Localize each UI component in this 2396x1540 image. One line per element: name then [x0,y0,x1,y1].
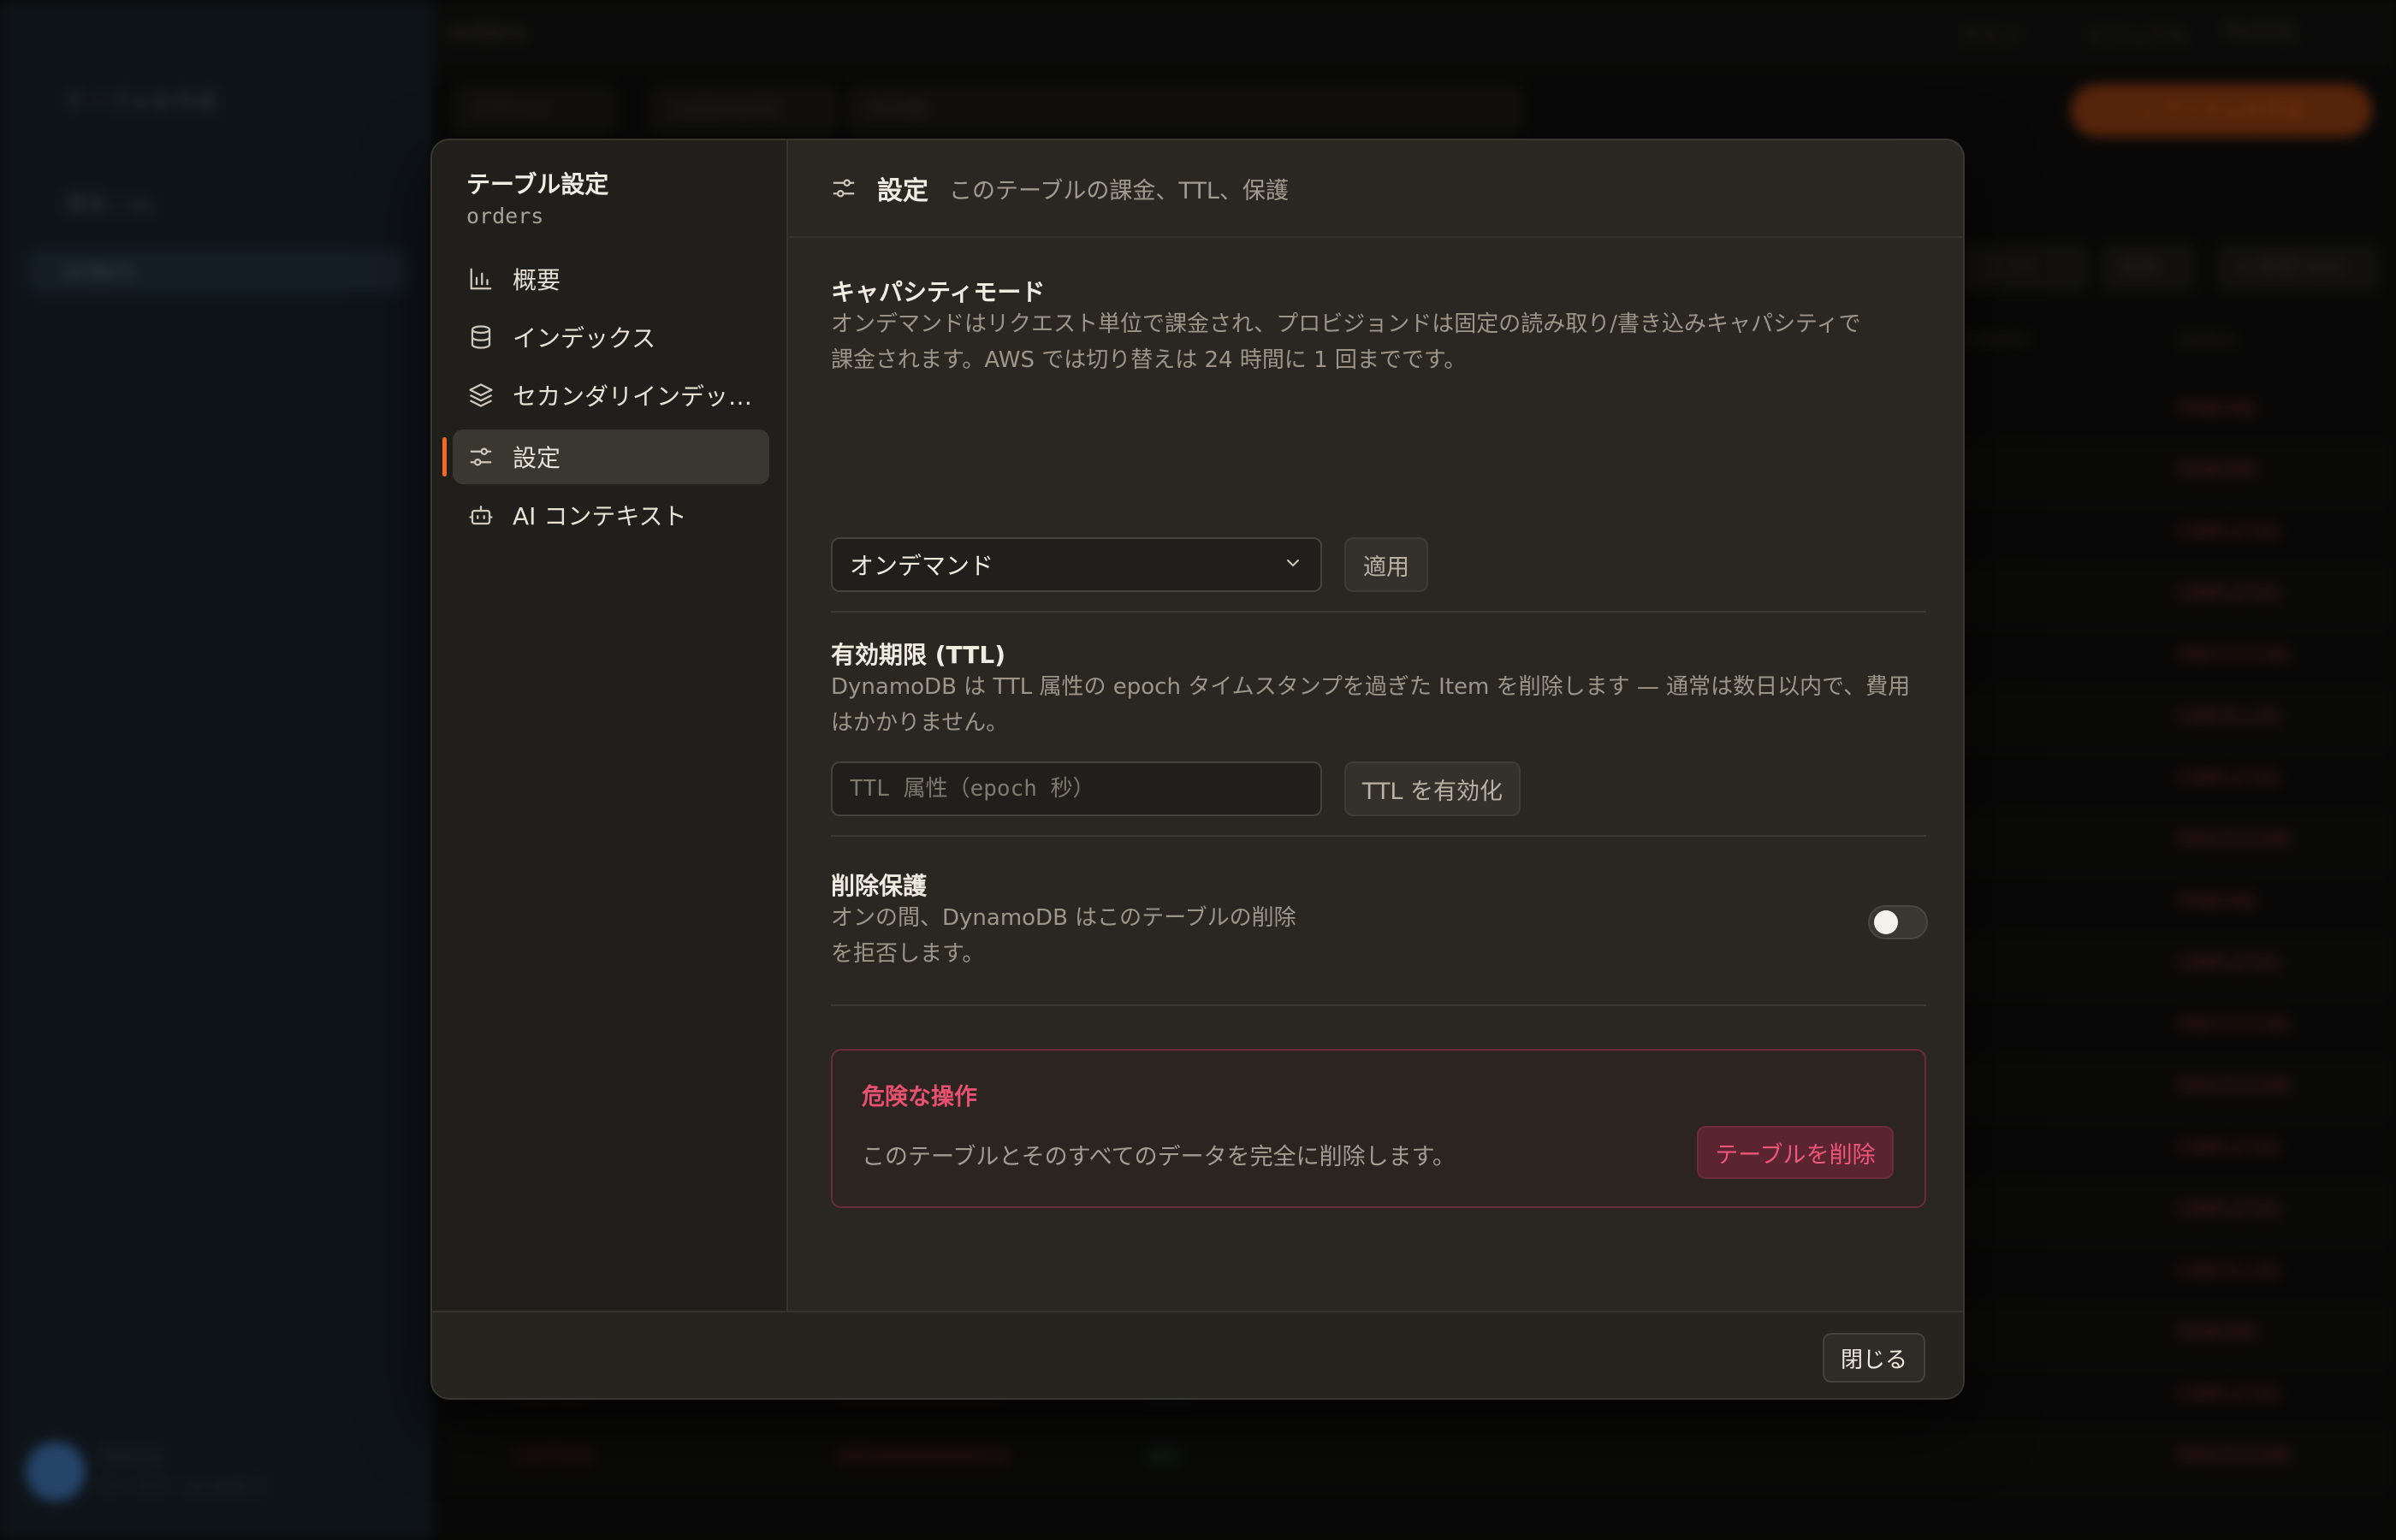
ttl-title: 有効期限 (TTL) [831,641,1006,669]
divider [831,1004,1926,1006]
danger-zone: 危険な操作 このテーブルとそのすべてのデータを完全に削除します。 テーブルを削除 [831,1049,1926,1208]
capacity-mode-select[interactable]: オンデマンド [831,537,1322,592]
bot-icon [466,500,495,530]
close-button[interactable]: 閉じる [1823,1333,1925,1383]
sliders-icon [829,174,858,203]
modal-footer: 閉じる [432,1311,1963,1398]
capacity-mode-description: オンデマンドはリクエスト単位で課金され、プロビジョンドは固定の読み取り/書き込み… [831,311,1861,373]
ttl-description: DynamoDB は TTL 属性の epoch タイムスタンプを過ぎた Ite… [831,674,1911,736]
divider [831,611,1926,613]
divider [831,835,1926,837]
nav-item-label: 概要 [513,266,561,294]
database-icon [466,323,495,352]
sliders-icon [466,442,495,471]
apply-capacity-button[interactable]: 適用 [1344,537,1428,592]
capacity-mode-title: キャパシティモード [831,278,1046,306]
danger-zone-description: このテーブルとそのすべてのデータを完全に削除します。 [862,1144,1456,1170]
active-nav-indicator [442,437,447,477]
enable-ttl-button[interactable]: TTL を有効化 [1344,761,1521,816]
deletion-protection-description: オンの間、DynamoDB はこのテーブルの削除 を拒否します。 [831,905,1296,967]
nav-item-settings[interactable]: 設定 [453,429,769,484]
ttl-attribute-input[interactable] [831,761,1322,816]
nav-item-overview[interactable]: 概要 [453,252,769,306]
nav-title: テーブル設定 [466,170,609,198]
capacity-mode-value: オンデマンド [850,552,994,580]
delete-table-button[interactable]: テーブルを削除 [1697,1126,1894,1179]
nav-table-name: orders [466,204,544,228]
chevron-down-icon [1283,553,1303,577]
bar-chart-icon [466,264,495,293]
nav-item-label: AI コンテキスト [513,502,687,530]
page-title: 設定 [877,176,928,206]
settings-header: 設定 このテーブルの課金、TTL、保護 [788,140,1963,238]
page-description: このテーブルの課金、TTL、保護 [949,177,1289,204]
table-settings-modal: テーブル設定 orders 概要 インデックス セカンダリインデッ… 設定 AI… [430,139,1965,1400]
nav-item-label: 設定 [513,444,561,472]
toggle-knob [1874,910,1898,934]
nav-item-label: インデックス [513,324,656,352]
nav-item-ai-context[interactable]: AI コンテキスト [453,488,769,542]
nav-item-label: セカンダリインデッ… [513,382,753,411]
nav-item-secondary-indexes[interactable]: セカンダリインデッ… [453,368,769,423]
danger-zone-title: 危険な操作 [862,1084,977,1111]
settings-nav: テーブル設定 orders 概要 インデックス セカンダリインデッ… 設定 AI… [432,140,788,1311]
nav-item-indexes[interactable]: インデックス [453,310,769,364]
deletion-protection-title: 削除保護 [831,872,928,900]
deletion-protection-toggle[interactable] [1868,905,1928,939]
layers-icon [466,381,495,410]
